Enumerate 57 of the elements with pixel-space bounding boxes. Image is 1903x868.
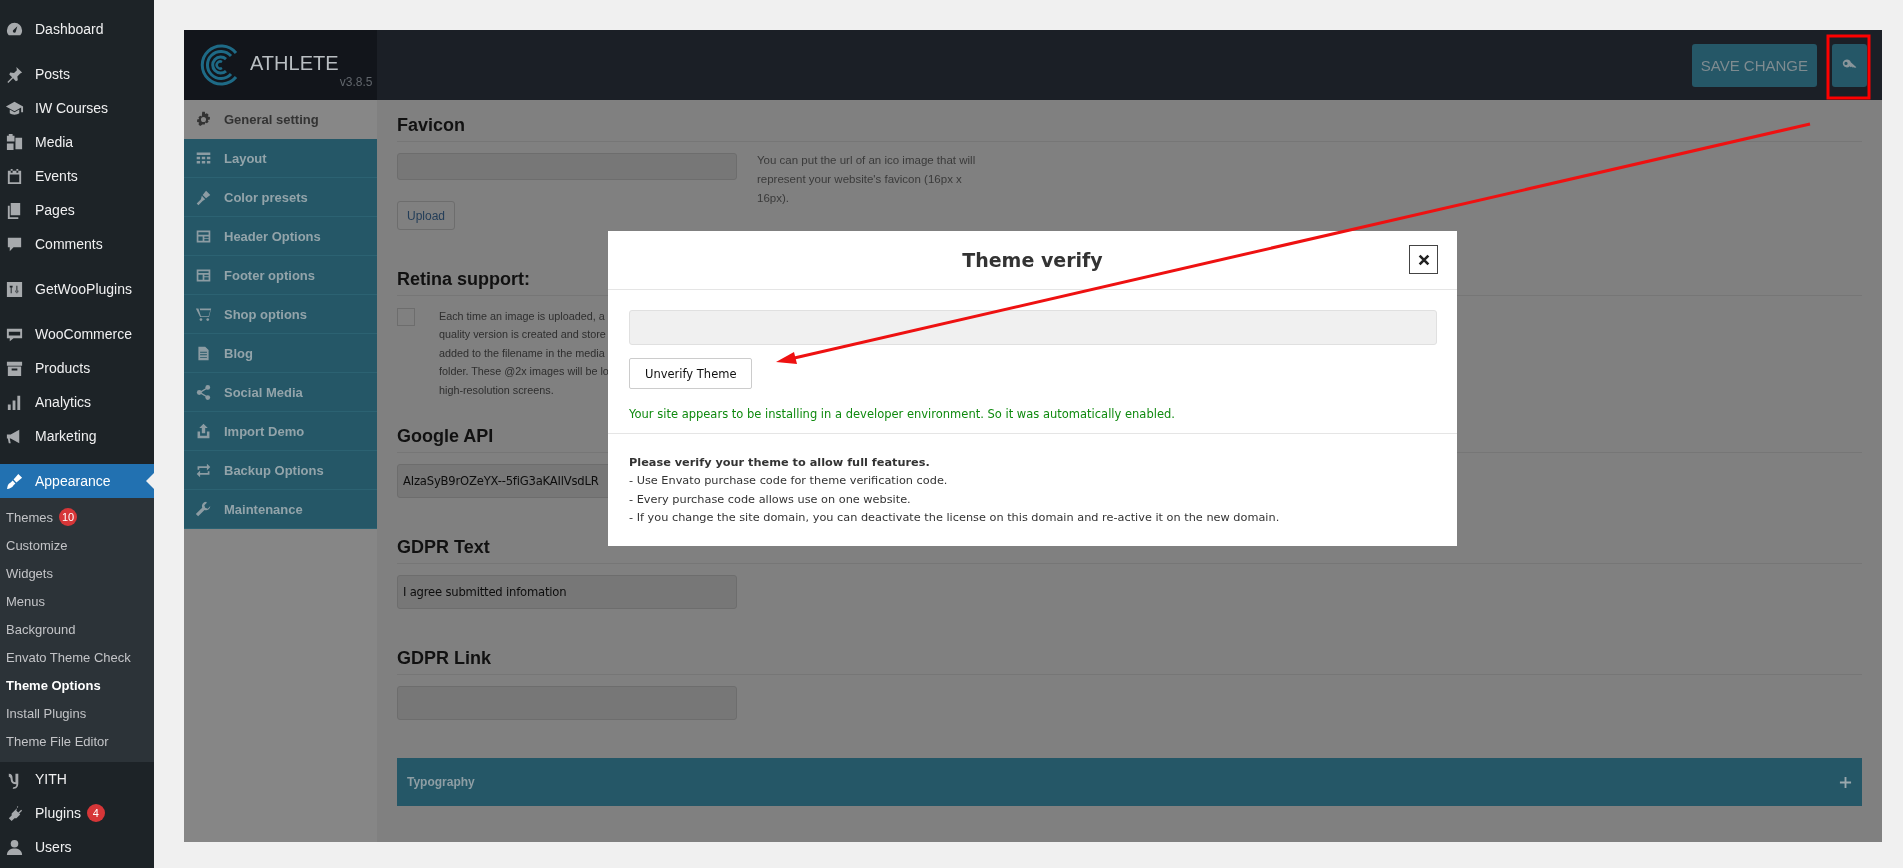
notice-text: Your site appears to be installing in a developer environment. So it was automatically enabled. — [629, 407, 1176, 421]
submenu-item[interactable]: Theme File Editor — [0, 727, 154, 755]
submenu-item[interactable]: Widgets — [0, 559, 154, 587]
menu-item[interactable]: Plugins 4 — [0, 796, 154, 830]
submenu-item[interactable]: Menus — [0, 587, 154, 615]
highlight-frame — [1826, 34, 1871, 100]
paintbrush-icon — [5, 471, 24, 491]
menu-item[interactable]: Marketing — [0, 419, 154, 453]
menu-item[interactable]: Pages — [0, 193, 154, 227]
logo-name: ATHLETE — [250, 50, 339, 75]
menu-item[interactable]: Posts — [0, 57, 154, 91]
wrench-icon — [195, 500, 212, 518]
share-icon — [195, 383, 212, 401]
text-field[interactable]: I agree submitted infomation — [397, 575, 737, 610]
dialog-title: Theme verify — [962, 249, 1103, 271]
upload-icon — [195, 422, 212, 440]
verify-button[interactable] — [1832, 43, 1867, 87]
menu-item[interactable]: Products — [0, 351, 154, 385]
person-icon — [5, 837, 24, 857]
unverify-button[interactable]: Unverify Theme — [629, 358, 753, 389]
close-icon — [1416, 252, 1431, 267]
section-heading: GDPR Link — [397, 647, 1862, 676]
menu-item[interactable]: Appearance — [0, 464, 154, 498]
submenu-item[interactable]: Envato Theme Check — [0, 643, 154, 671]
count-badge: 10 — [58, 508, 78, 526]
gear-icon — [195, 110, 212, 128]
submenu-item[interactable]: Theme Options — [0, 671, 154, 699]
calendar-icon — [5, 166, 24, 186]
menu-item[interactable]: Analytics — [0, 385, 154, 419]
current-menu-pointer — [146, 473, 154, 489]
pin-icon — [5, 64, 24, 84]
menu-item[interactable]: YITH — [0, 762, 154, 796]
menu-item[interactable]: WooCommerce — [0, 317, 154, 351]
help-text: You can put the url of an ico image that will represent your website's favicon (16px x 16px). — [757, 153, 977, 206]
version-label: v3.8.5 — [339, 74, 373, 89]
submenu-item[interactable]: Customize — [0, 531, 154, 559]
submenu-item[interactable]: Install Plugins — [0, 699, 154, 727]
close-button[interactable] — [1409, 245, 1438, 274]
brush-icon — [195, 188, 212, 206]
media-icon — [5, 132, 24, 152]
submenu-item[interactable]: Themes 10 — [0, 503, 154, 531]
section-heading: Favicon — [397, 114, 1862, 142]
loop-arrows-icon — [195, 461, 212, 479]
retina-description: Each time an image is uploaded, a quality version is created and store added to the filename in the media folder. These @2x images will be lo high-resolution screens. — [439, 309, 609, 398]
menu-item[interactable]: Comments — [0, 227, 154, 261]
count-badge: 4 — [86, 804, 105, 822]
note-text: - If you change the site domain, you can deactivate the license on this domain and re-active it on the new domain. — [629, 510, 1281, 527]
menu-item[interactable]: IW Courses — [0, 91, 154, 125]
purchase-code-field[interactable] — [629, 310, 1437, 345]
submenu-item[interactable]: Background — [0, 615, 154, 643]
menu-item[interactable]: GetWooPlugins — [0, 272, 154, 306]
menu-item[interactable]: Events — [0, 159, 154, 193]
document-icon — [195, 344, 212, 362]
menu-item[interactable]: Dashboard — [0, 12, 154, 46]
menu-item[interactable]: Users — [0, 830, 154, 864]
square-arrows-icon — [5, 279, 24, 299]
menu-item[interactable]: Media — [0, 125, 154, 159]
